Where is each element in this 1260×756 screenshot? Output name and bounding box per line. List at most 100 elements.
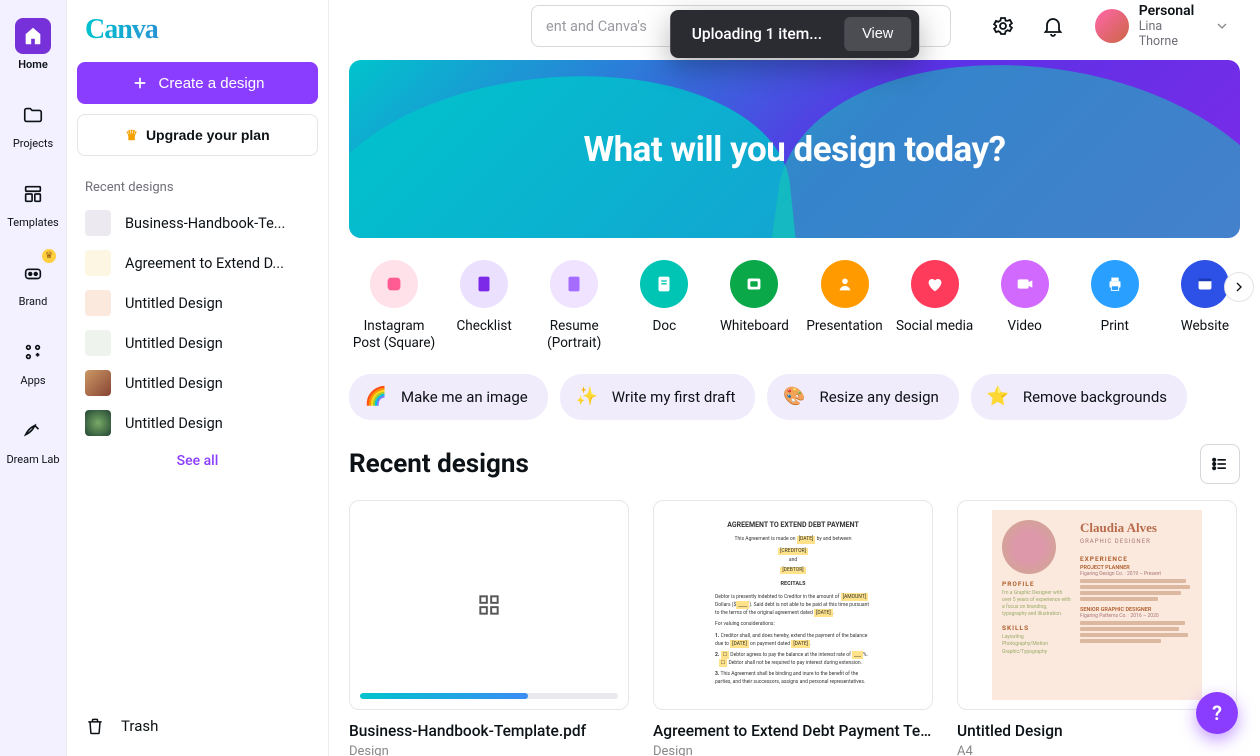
- print-icon: [1091, 260, 1139, 308]
- upgrade-plan-label: Upgrade your plan: [146, 127, 270, 143]
- website-icon: [1181, 260, 1229, 308]
- card-thumbnail: PROFILE I'm a Graphic Designer with over…: [957, 500, 1237, 710]
- checklist-icon: [460, 260, 508, 308]
- doctype-doc[interactable]: Doc: [619, 260, 709, 335]
- doc-icon: [640, 260, 688, 308]
- chevron-down-icon: [1214, 18, 1230, 34]
- design-thumb-icon: [85, 370, 111, 396]
- doctype-resume[interactable]: Resume (Portrait): [529, 260, 619, 352]
- ai-chip-label: Make me an image: [401, 388, 528, 406]
- iconrail-home[interactable]: Home: [0, 12, 66, 77]
- crown-badge-icon: ♛: [42, 249, 56, 263]
- notifications-button[interactable]: [1037, 10, 1069, 42]
- ai-chip-label: Write my first draft: [612, 388, 736, 406]
- sidebar-recent-item[interactable]: Untitled Design: [77, 403, 318, 443]
- trash-label: Trash: [121, 717, 158, 735]
- doctype-print[interactable]: Print: [1070, 260, 1160, 335]
- card-title: Agreement to Extend Debt Payment Te...: [653, 722, 933, 740]
- design-thumb-icon: [85, 410, 111, 436]
- sidebar-recent-item[interactable]: Untitled Design: [77, 323, 318, 363]
- iconrail-projects[interactable]: Projects: [0, 91, 66, 156]
- doctype-row: Instagram Post (Square) Checklist Resume…: [329, 260, 1260, 352]
- trash-icon: [85, 716, 105, 736]
- doctype-label: Whiteboard: [720, 318, 789, 335]
- placeholder-grid-icon: [476, 592, 502, 618]
- resume-preview: PROFILE I'm a Graphic Designer with over…: [992, 510, 1202, 700]
- ai-chip-make-image[interactable]: 🌈 Make me an image: [349, 374, 548, 420]
- doctype-instagram-post[interactable]: Instagram Post (Square): [349, 260, 439, 352]
- video-icon: [1001, 260, 1049, 308]
- card-thumbnail: AGREEMENT TO EXTEND DEBT PAYMENT This Ag…: [653, 500, 933, 710]
- doctype-whiteboard[interactable]: Whiteboard: [709, 260, 799, 335]
- doctype-label: Resume (Portrait): [529, 318, 619, 352]
- account-name: Lina Thorne: [1139, 19, 1204, 49]
- iconrail-apps[interactable]: Apps: [0, 328, 66, 393]
- doctypes-next-button[interactable]: [1224, 272, 1254, 302]
- doctype-label: Print: [1101, 318, 1129, 335]
- account-switcher[interactable]: Personal Lina Thorne: [1087, 0, 1238, 53]
- card-subtitle: Design: [653, 744, 933, 756]
- hero-banner: What will you design today?: [349, 60, 1240, 238]
- crown-icon: ♛: [125, 127, 138, 144]
- design-card[interactable]: PROFILE I'm a Graphic Designer with over…: [957, 500, 1237, 756]
- recent-item-label: Untitled Design: [125, 375, 223, 392]
- recent-item-label: Untitled Design: [125, 415, 223, 432]
- ai-chip-remove-bg[interactable]: ⭐ Remove backgrounds: [971, 374, 1187, 420]
- iconrail-label: Dream Lab: [6, 453, 59, 466]
- design-card[interactable]: Business-Handbook-Template.pdf Design: [349, 500, 629, 756]
- design-thumb-icon: [85, 290, 111, 316]
- list-icon: [1210, 454, 1230, 474]
- doctype-presentation[interactable]: Presentation: [799, 260, 889, 335]
- recent-designs-header: Recent designs: [85, 180, 310, 195]
- ai-chip-label: Remove backgrounds: [1023, 388, 1167, 406]
- help-fab[interactable]: ?: [1196, 692, 1238, 734]
- doctype-label: Doc: [653, 318, 677, 335]
- create-design-label: Create a design: [159, 75, 265, 92]
- bell-icon: [1041, 14, 1065, 38]
- star-icon: ⭐: [985, 384, 1011, 410]
- ai-chip-write-draft[interactable]: ✨ Write my first draft: [560, 374, 756, 420]
- doctype-checklist[interactable]: Checklist: [439, 260, 529, 335]
- plus-icon: [131, 74, 149, 92]
- social-media-icon: [911, 260, 959, 308]
- doctype-video[interactable]: Video: [980, 260, 1070, 335]
- avatar: [1095, 9, 1129, 43]
- sidebar-recent-item[interactable]: Business-Handbook-Te...: [77, 203, 318, 243]
- ai-chip-label: Resize any design: [819, 388, 938, 406]
- upgrade-plan-button[interactable]: ♛ Upgrade your plan: [77, 114, 318, 156]
- sidebar-recent-item[interactable]: Untitled Design: [77, 283, 318, 323]
- icon-rail: Home Projects Templates ♛ Brand Apps: [0, 0, 67, 756]
- presentation-icon: [821, 260, 869, 308]
- iconrail-dreamlab[interactable]: Dream Lab: [0, 407, 66, 472]
- toast-view-button[interactable]: View: [844, 17, 911, 51]
- sidebar: Canva Create a design ♛ Upgrade your pla…: [67, 0, 329, 756]
- doctype-label: Website: [1181, 318, 1229, 335]
- sidebar-recent-item[interactable]: Untitled Design: [77, 363, 318, 403]
- ai-chip-resize[interactable]: 🎨 Resize any design: [767, 374, 958, 420]
- canva-logo[interactable]: Canva: [85, 14, 318, 46]
- trash-link[interactable]: Trash: [77, 706, 318, 746]
- doctype-social-media[interactable]: Social media: [890, 260, 980, 335]
- iconrail-label: Home: [18, 58, 48, 71]
- iconrail-templates[interactable]: Templates: [0, 170, 66, 235]
- palette-icon: 🎨: [781, 384, 807, 410]
- iconrail-label: Projects: [13, 137, 53, 150]
- create-design-button[interactable]: Create a design: [77, 62, 318, 104]
- resume-icon: [550, 260, 598, 308]
- see-all-link[interactable]: See all: [77, 453, 318, 469]
- doctype-label: Instagram Post (Square): [349, 318, 439, 352]
- recent-designs-title: Recent designs: [349, 449, 529, 479]
- recent-item-label: Untitled Design: [125, 335, 223, 352]
- view-toggle-button[interactable]: [1200, 444, 1240, 484]
- upload-toast: Uploading 1 item... View: [670, 10, 920, 58]
- settings-button[interactable]: [987, 10, 1019, 42]
- recent-item-label: Agreement to Extend D...: [125, 255, 284, 272]
- sidebar-recent-item[interactable]: Agreement to Extend D...: [77, 243, 318, 283]
- recent-designs-section-head: Recent designs: [329, 430, 1260, 494]
- search-text-fragment: ent and Canva's: [546, 18, 647, 35]
- design-card[interactable]: AGREEMENT TO EXTEND DEBT PAYMENT This Ag…: [653, 500, 933, 756]
- chevron-right-icon: [1231, 279, 1247, 295]
- iconrail-brand[interactable]: ♛ Brand: [0, 249, 66, 314]
- dreamlab-icon: [15, 413, 51, 449]
- main-content: ent and Canva's Personal Lina Thorne Wha…: [329, 0, 1260, 756]
